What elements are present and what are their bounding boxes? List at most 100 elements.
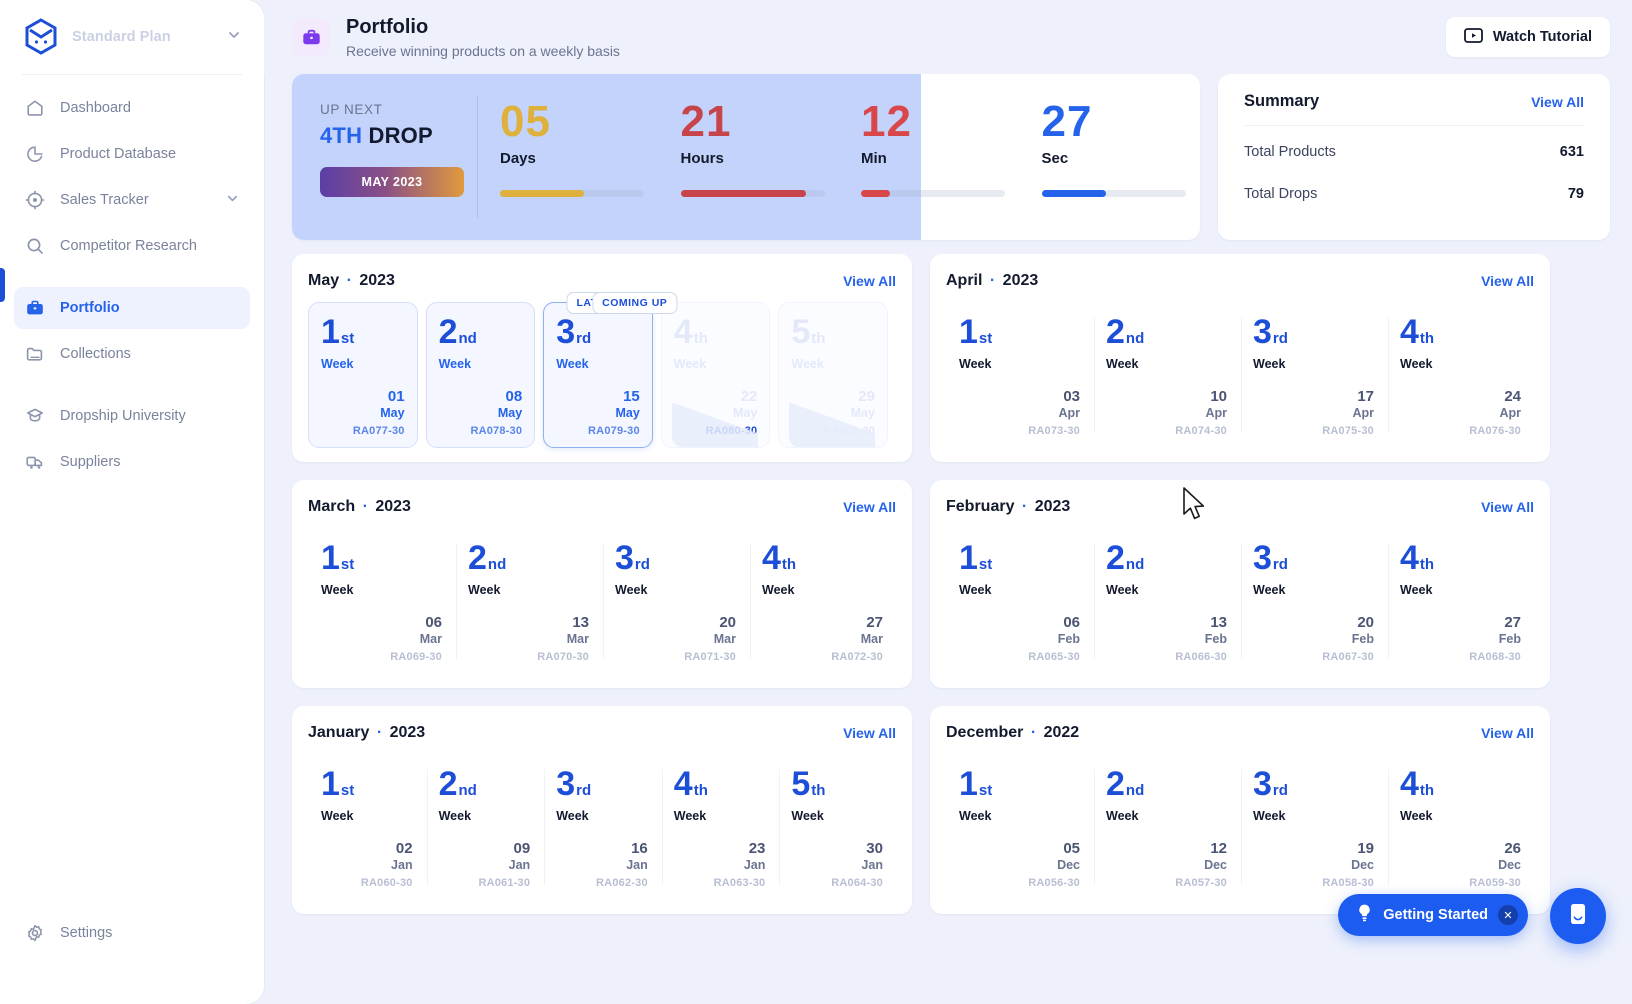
week-month: Mar xyxy=(419,632,442,646)
week-number: 3rd xyxy=(1253,315,1374,349)
week-code: RA059-30 xyxy=(1469,877,1521,889)
close-icon[interactable]: ✕ xyxy=(1498,905,1518,925)
week-label: Week xyxy=(321,809,354,823)
week-card[interactable]: 3rd Week 20 Feb RA067-30 xyxy=(1240,528,1387,674)
week-number-digit: 1 xyxy=(959,765,978,803)
week-date-block: 24 Apr RA076-30 xyxy=(1400,388,1521,437)
chevron-down-icon[interactable] xyxy=(225,191,240,210)
week-card[interactable]: 4th Week 26 Dec RA059-30 xyxy=(1387,754,1534,900)
month-view-all-link[interactable]: View All xyxy=(1481,499,1534,515)
week-card[interactable]: 5th Week 30 Jan RA064-30 xyxy=(778,754,896,900)
week-date-block: 12 Dec RA057-30 xyxy=(1106,840,1227,889)
summary-view-all-link[interactable]: View All xyxy=(1531,94,1584,110)
week-day: 02 xyxy=(395,840,413,857)
week-date-block: 19 Dec RA058-30 xyxy=(1253,840,1374,889)
week-card[interactable]: 5thWeek29MayRA081-30 xyxy=(778,302,888,448)
week-date-block: 06 Mar RA069-30 xyxy=(321,614,442,663)
week-label: Week xyxy=(762,583,795,597)
week-card[interactable]: 2nd Week 08 May RA078-30 xyxy=(425,302,536,448)
countdown-unit-sec: 27 Sec xyxy=(1020,100,1201,240)
week-label: Week xyxy=(438,357,472,371)
week-card[interactable]: 4th Week 27 Mar RA072-30 xyxy=(749,528,896,674)
week-number: 4th xyxy=(1400,767,1521,801)
week-card[interactable]: 1st Week 05 Dec RA056-30 xyxy=(946,754,1093,900)
next-drop-countdown-card: UP NEXT 4TH DROP MAY 2023 05 Days 21 Hours 1… xyxy=(292,74,1200,240)
week-number-digit: 1 xyxy=(959,539,978,577)
week-label: Week xyxy=(791,809,824,823)
week-label: Week xyxy=(959,809,992,823)
sidebar-item-dropship-university[interactable]: Dropship University xyxy=(14,395,250,437)
week-number: 2nd xyxy=(468,541,589,575)
week-number-suffix: nd xyxy=(1125,330,1145,347)
sidebar-item-portfolio[interactable]: Portfolio xyxy=(14,287,250,329)
week-number-digit: 3 xyxy=(556,313,576,351)
play-video-icon xyxy=(1464,27,1483,47)
week-card[interactable]: 3rd Week 19 Dec RA058-30 xyxy=(1240,754,1387,900)
sidebar-item-competitor-research[interactable]: Competitor Research xyxy=(14,225,250,267)
page-title: Portfolio xyxy=(346,15,429,38)
getting-started-button[interactable]: Getting Started ✕ xyxy=(1338,894,1528,936)
week-date-block: 03 Apr RA073-30 xyxy=(959,388,1080,437)
brand-plan-switcher[interactable]: Standard Plan xyxy=(0,0,264,74)
week-date-block: 05 Dec RA056-30 xyxy=(959,840,1080,889)
week-card[interactable]: 4th Week 27 Feb RA068-30 xyxy=(1387,528,1534,674)
week-label: Week xyxy=(1253,583,1286,597)
month-name: March xyxy=(308,498,356,515)
folder-icon xyxy=(24,343,46,365)
week-label: Week xyxy=(321,357,354,371)
sidebar-item-suppliers[interactable]: Suppliers xyxy=(14,441,250,483)
sidebar-item-dashboard[interactable]: Dashboard xyxy=(14,87,250,129)
week-card[interactable]: 4th Week 24 Apr RA076-30 xyxy=(1387,302,1534,448)
sidebar-item-collections[interactable]: Collections xyxy=(14,333,250,375)
month-view-all-link[interactable]: View All xyxy=(843,725,896,741)
sidebar-item-label: Dropship University xyxy=(60,408,186,424)
week-card[interactable]: COMING UP4thWeek22MayRA080-30 xyxy=(592,292,771,448)
briefcase-icon xyxy=(24,297,46,319)
week-date-block: 02 Jan RA060-30 xyxy=(321,840,413,889)
sidebar-item-product-database[interactable]: Product Database xyxy=(14,133,250,175)
week-number: 1st xyxy=(321,541,442,575)
week-card[interactable]: 1st Week 03 Apr RA073-30 xyxy=(946,302,1093,448)
week-code: RA078-30 xyxy=(470,425,523,437)
week-card[interactable]: 1st Week 06 Mar RA069-30 xyxy=(308,528,455,674)
countdown-progress-fill xyxy=(680,190,806,197)
week-code: RA068-30 xyxy=(1469,651,1521,663)
week-number: 1st xyxy=(959,541,1080,575)
week-card[interactable]: 2nd Week 13 Mar RA070-30 xyxy=(455,528,602,674)
week-card[interactable]: 2nd Week 09 Jan RA061-30 xyxy=(426,754,544,900)
countdown-value: 27 xyxy=(1041,97,1093,146)
week-card[interactable]: 2nd Week 13 Feb RA066-30 xyxy=(1093,528,1240,674)
plan-label: Standard Plan xyxy=(72,29,171,45)
week-number-digit: 4 xyxy=(1400,539,1419,577)
watch-tutorial-button[interactable]: Watch Tutorial xyxy=(1445,17,1610,57)
week-month: Mar xyxy=(566,632,589,646)
week-number: 5th xyxy=(791,315,875,349)
month-view-all-link[interactable]: View All xyxy=(1481,273,1534,289)
week-date-block: 20 Feb RA067-30 xyxy=(1253,614,1374,663)
week-card[interactable]: LATEST3rdWeek15MayRA079-30 xyxy=(543,292,653,448)
week-card[interactable]: 1st Week 02 Jan RA060-30 xyxy=(308,754,426,900)
week-card[interactable]: 1st Week 06 Feb RA065-30 xyxy=(946,528,1093,674)
week-card[interactable]: 3rd Week 17 Apr RA075-30 xyxy=(1240,302,1387,448)
month-view-all-link[interactable]: View All xyxy=(843,273,896,289)
sidebar-item-settings[interactable]: Settings xyxy=(14,912,250,954)
chat-launcher-button[interactable] xyxy=(1550,888,1606,944)
week-code: RA061-30 xyxy=(478,877,531,889)
week-month: Feb xyxy=(1498,632,1521,646)
drop-word: DROP xyxy=(368,123,433,148)
chevron-down-icon[interactable] xyxy=(226,27,242,48)
week-card[interactable]: 2nd Week 12 Dec RA057-30 xyxy=(1093,754,1240,900)
week-card[interactable]: 3rd Week 16 Jan RA062-30 xyxy=(543,754,661,900)
week-badge: COMING UP xyxy=(592,292,678,314)
month-view-all-link[interactable]: View All xyxy=(843,499,896,515)
week-card[interactable]: 2nd Week 10 Apr RA074-30 xyxy=(1093,302,1240,448)
sidebar-item-sales-tracker[interactable]: Sales Tracker xyxy=(14,179,250,221)
week-card[interactable]: 4th Week 23 Jan RA063-30 xyxy=(661,754,779,900)
month-year: 2023 xyxy=(389,724,426,741)
week-card[interactable]: 1st Week 01 May RA077-30 xyxy=(308,302,418,448)
week-day: 13 xyxy=(572,614,589,631)
week-card[interactable]: 3rd Week 20 Mar RA071-30 xyxy=(602,528,749,674)
month-card-december: December · 2022 View All 1st Week 05 Dec RA056… xyxy=(930,706,1550,914)
month-view-all-link[interactable]: View All xyxy=(1481,725,1534,741)
